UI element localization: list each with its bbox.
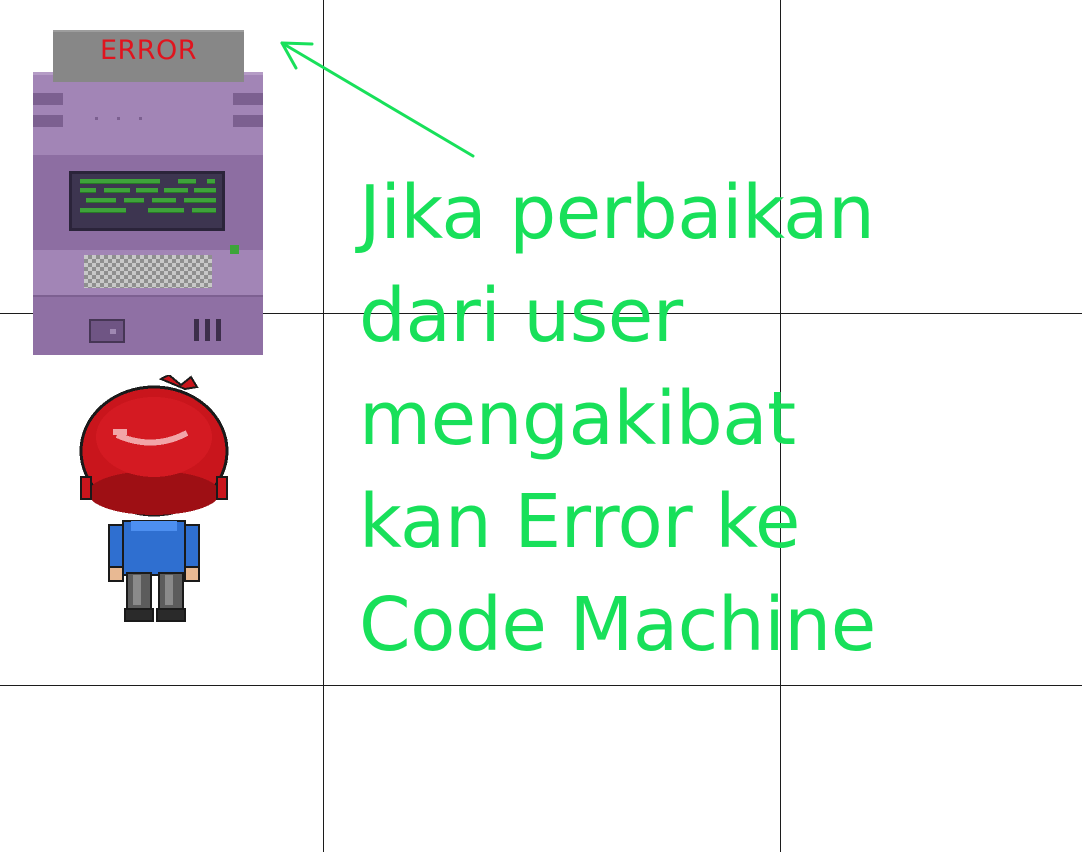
caption-line: Code Machine [359,582,876,668]
caption-line: kan Error ke [359,479,800,565]
code-machine-body [33,72,263,355]
disk-slot [89,319,125,343]
status-led [230,245,239,254]
annotation-arrow [280,41,475,158]
machine-indicator-dots [95,117,147,120]
machine-keyboard [84,255,212,288]
code-machine[interactable]: ERROR [33,30,263,355]
grid-line-horizontal [0,685,1082,686]
caption-line: mengakibat [359,376,796,462]
error-display: ERROR [53,30,244,82]
machine-grille [194,319,225,341]
machine-vent [33,115,63,127]
code-screen [69,171,225,231]
caption-line: dari user [359,273,683,359]
player-character[interactable] [73,375,235,627]
game-scene: ERROR Jika perbaikan dari user mengakiba… [0,0,1082,852]
caption-line: Jika perbaikan [359,170,875,256]
error-label: ERROR [99,35,198,66]
machine-base [33,295,263,355]
machine-vent [233,93,263,105]
machine-vent [233,115,263,127]
machine-vent [33,93,63,105]
tutorial-caption: Jika perbaikan dari user mengakibat kan … [359,162,1059,677]
